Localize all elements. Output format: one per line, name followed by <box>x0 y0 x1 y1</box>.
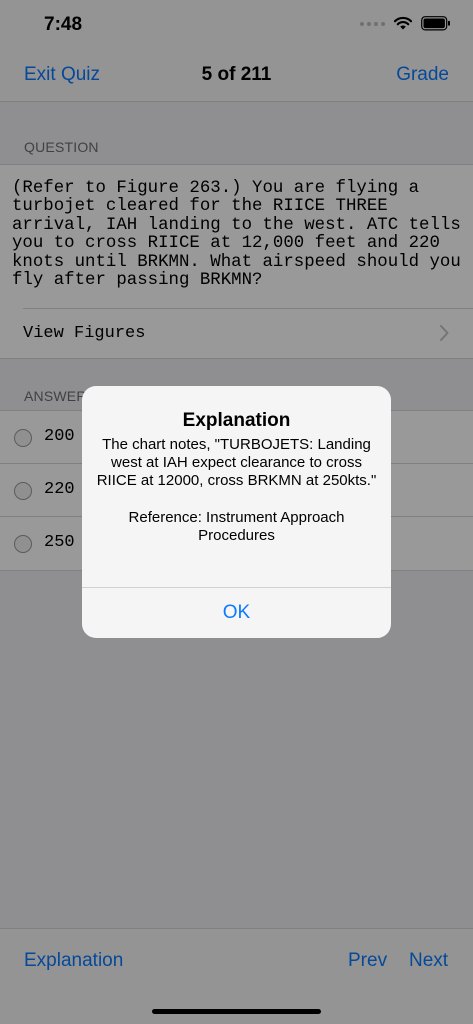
alert-message: The chart notes, "TURBOJETS: Landing wes… <box>96 436 377 545</box>
home-indicator[interactable] <box>152 1009 321 1014</box>
ok-button[interactable]: OK <box>82 588 391 638</box>
explanation-alert: Explanation The chart notes, "TURBOJETS:… <box>82 386 391 638</box>
alert-title: Explanation <box>182 410 291 431</box>
